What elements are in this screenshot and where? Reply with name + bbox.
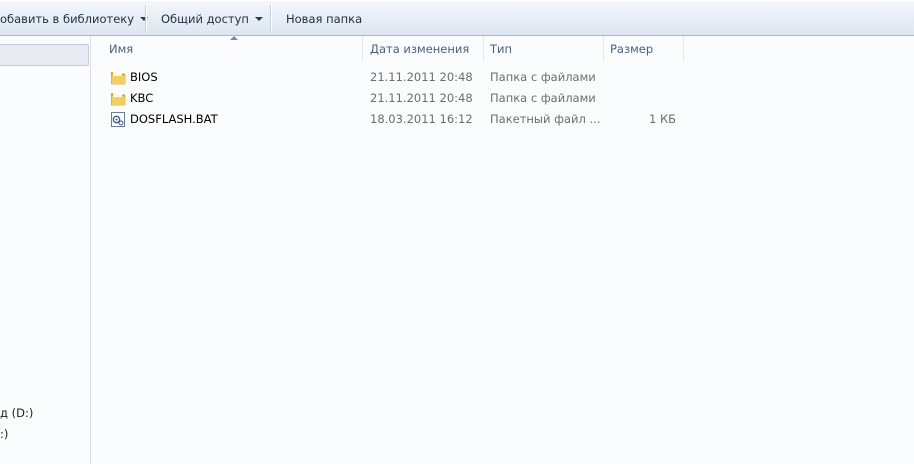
- column-header-date[interactable]: Дата изменения: [370, 36, 469, 62]
- file-row[interactable]: BIOS 21.11.2011 20:48 Папка с файлами: [91, 67, 914, 88]
- column-header-type[interactable]: Тип: [490, 36, 512, 62]
- file-type: Папка с файлами: [490, 70, 596, 84]
- file-size: 1 КБ: [648, 112, 676, 126]
- toolbar-divider: [270, 5, 272, 31]
- folder-icon: [111, 71, 126, 85]
- file-row[interactable]: DOSFLASH.BAT 18.03.2011 16:12 Пакетный ф…: [91, 109, 914, 130]
- add-to-library-button[interactable]: обавить в библиотеку: [0, 10, 149, 28]
- column-divider[interactable]: [603, 36, 604, 62]
- share-label: Общий доступ: [161, 12, 249, 26]
- navigation-pane: д (D:) :): [0, 36, 91, 464]
- command-bar: обавить в библиотеку Общий доступ Новая …: [0, 0, 914, 36]
- file-name: DOSFLASH.BAT: [130, 112, 218, 126]
- share-button[interactable]: Общий доступ: [161, 10, 263, 28]
- file-date: 21.11.2011 20:48: [370, 70, 473, 84]
- file-list: Имя Дата изменения Тип Размер BIOS 21.11…: [91, 36, 914, 464]
- file-type: Папка с файлами: [490, 91, 596, 105]
- column-divider[interactable]: [683, 36, 684, 62]
- column-divider[interactable]: [362, 36, 363, 62]
- file-type: Пакетный файл ...: [490, 112, 601, 126]
- add-to-library-label: обавить в библиотеку: [0, 12, 135, 26]
- nav-item-drive-d[interactable]: д (D:): [0, 405, 33, 421]
- nav-item-label: д (D:): [0, 406, 34, 420]
- column-header-bar: Имя Дата изменения Тип Размер: [91, 36, 914, 62]
- chevron-down-icon: [254, 17, 263, 21]
- column-header-size[interactable]: Размер: [610, 36, 653, 62]
- nav-selected-item[interactable]: [0, 44, 89, 66]
- new-folder-label: Новая папка: [286, 12, 363, 26]
- file-row[interactable]: KBC 21.11.2011 20:48 Папка с файлами: [91, 88, 914, 109]
- nav-item-drive-e[interactable]: :): [0, 426, 8, 442]
- toolbar-divider: [145, 5, 147, 31]
- folder-icon: [111, 92, 126, 106]
- nav-item-label: :): [0, 427, 9, 441]
- file-name: KBC: [130, 91, 154, 105]
- new-folder-button[interactable]: Новая папка: [286, 10, 362, 28]
- sort-ascending-icon: [230, 36, 238, 40]
- batch-file-icon: [111, 112, 125, 127]
- file-date: 21.11.2011 20:48: [370, 91, 473, 105]
- file-size: [616, 67, 676, 88]
- file-size: [616, 88, 676, 109]
- column-divider[interactable]: [483, 36, 484, 62]
- file-name: BIOS: [130, 70, 158, 84]
- column-header-name[interactable]: Имя: [109, 36, 133, 62]
- file-date: 18.03.2011 16:12: [370, 112, 473, 126]
